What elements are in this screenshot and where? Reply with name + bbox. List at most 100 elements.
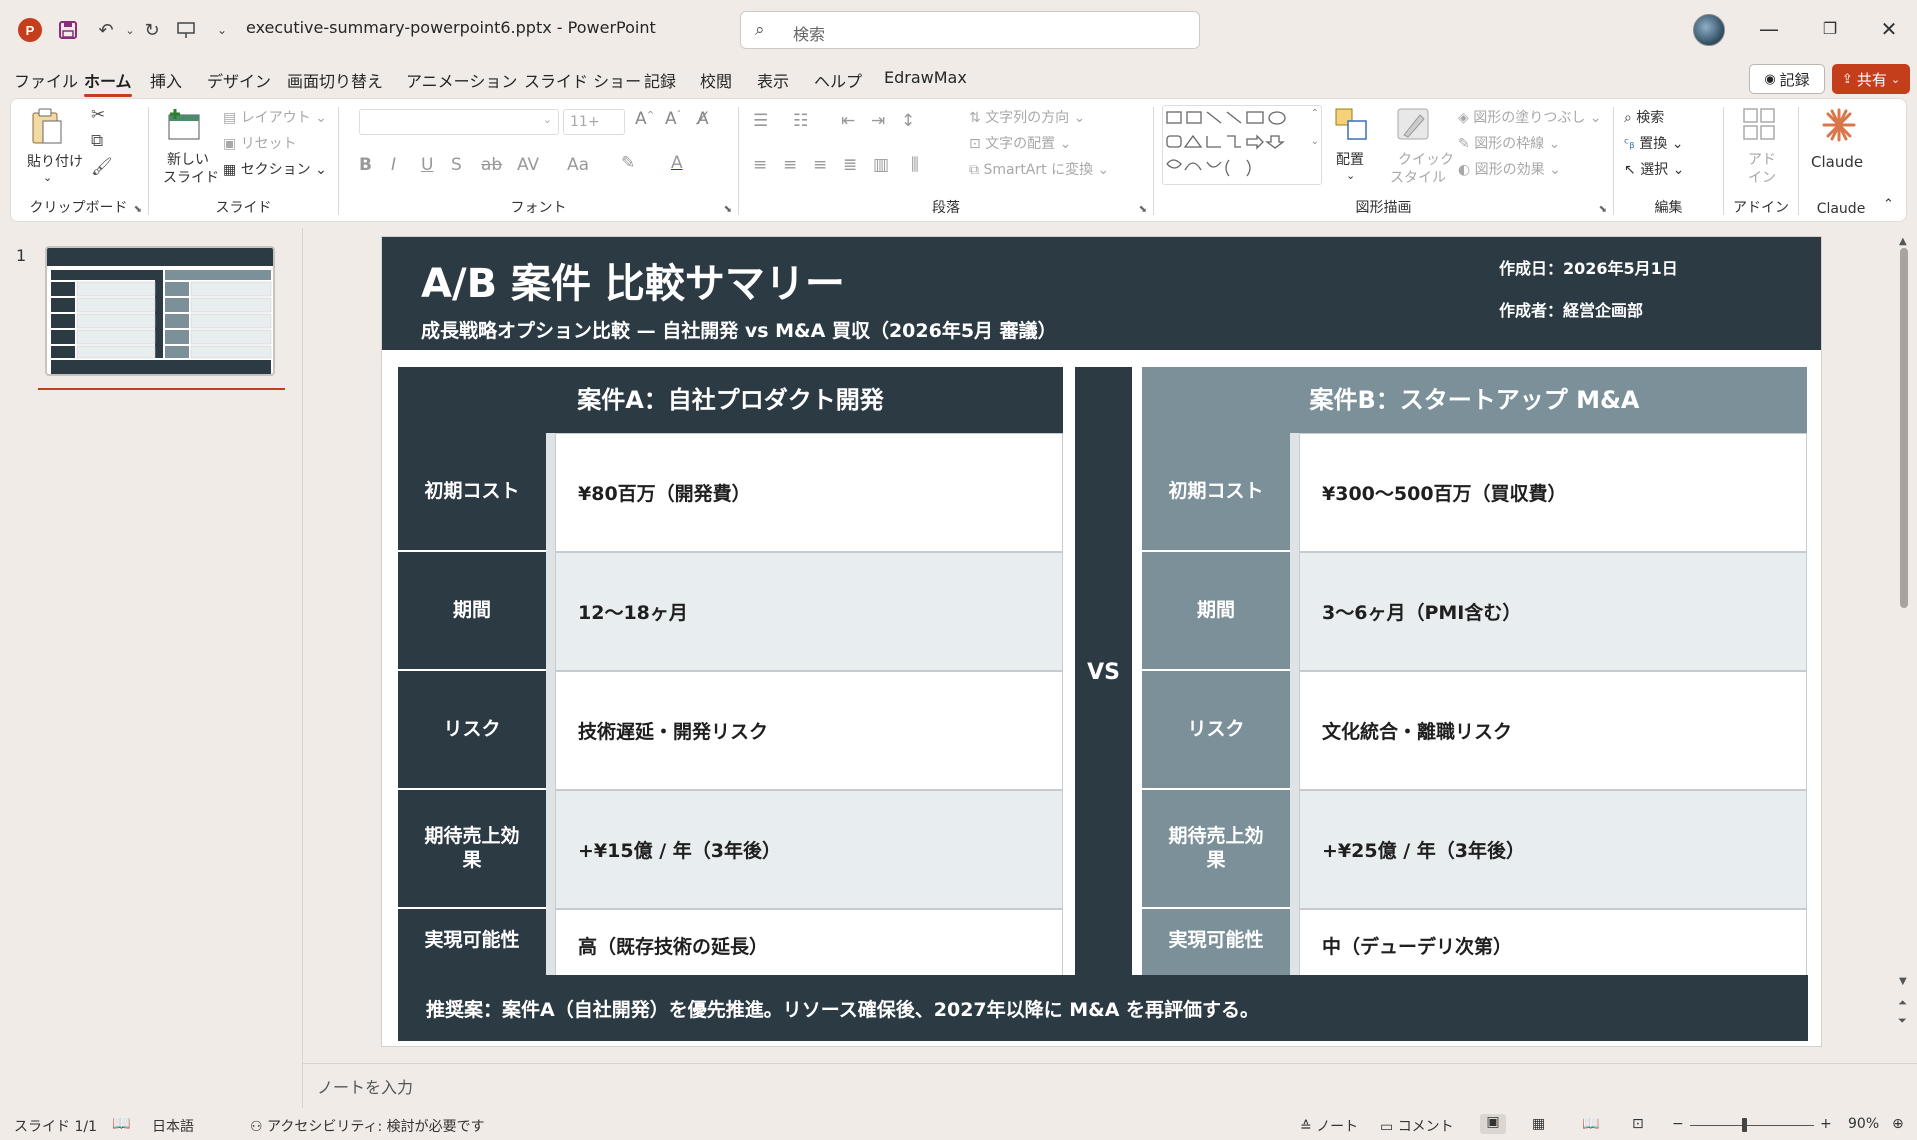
recommendation-banner[interactable]: 推奨案：案件A（自社開発）を優先推進。リソース確保後、2027年以降に M&A … [398,975,1808,1041]
previous-slide-icon[interactable]: ⏶ [1898,996,1907,1010]
underline-icon[interactable]: U [421,155,433,175]
distributed-icon[interactable]: ▥ [873,155,889,175]
row-value[interactable]: ¥300〜500百万（買収費） [1299,433,1807,552]
find-button[interactable]: ⌕ 検索 [1624,107,1664,127]
reading-view-icon[interactable]: 📖 [1582,1116,1599,1132]
bold-icon[interactable]: B [359,155,372,175]
tab-record[interactable]: 記録 [644,68,676,92]
vertical-scrollbar[interactable]: ▲ ▼ ⏶ ⏷ [1897,236,1911,1036]
increase-font-icon[interactable]: A^ [635,109,654,129]
arrange-label[interactable]: 配置 [1336,149,1364,169]
paste-dropdown-icon[interactable]: ⌄ [43,171,52,184]
language[interactable]: 日本語 [152,1116,194,1136]
claude-button-label[interactable]: Claude [1811,153,1863,171]
slide-thumbnail[interactable] [45,246,275,376]
row-value[interactable]: 高（既存技術の延長） [555,909,1063,977]
clear-formatting-icon[interactable]: A̸ [697,109,709,129]
new-slide-icon[interactable] [165,107,201,143]
decrease-indent-icon[interactable]: ⇤ [841,111,855,131]
tab-edrawmax[interactable]: EdrawMax [884,68,967,87]
author[interactable]: 作成者：経営企画部 [1499,297,1643,321]
pane-divider[interactable] [302,228,303,1108]
align-text-button[interactable]: ⊡ 文字の配置 ⌄ [969,133,1071,153]
numbering-icon[interactable]: ☷ [793,111,808,131]
scroll-down-icon[interactable]: ⌄ [1311,136,1319,147]
tab-view[interactable]: 表示 [757,68,789,92]
new-slide-label-1[interactable]: 新しい [167,149,209,169]
tab-animations[interactable]: アニメーション [406,68,517,92]
clipboard-launcher-icon[interactable]: ⬊ [134,204,142,215]
italic-icon[interactable]: I [391,155,396,175]
drawing-launcher-icon[interactable]: ⬊ [1599,204,1607,215]
share-button[interactable]: ⇪ 共有 ⌄ [1832,64,1910,94]
avatar[interactable] [1693,14,1725,46]
accessibility-button[interactable]: ⚇ アクセシビリティ: 検討が必要です [250,1116,485,1136]
replace-button[interactable]: ᶜᵦ 置換 ⌄ [1624,133,1683,153]
next-slide-icon[interactable]: ⏷ [1898,1014,1907,1028]
shape-effects-button[interactable]: ◐ 図形の効果 ⌄ [1458,159,1561,179]
tab-transitions[interactable]: 画面切り替え [287,68,383,92]
row-value[interactable]: ¥80百万（開発費） [555,433,1063,552]
undo-dropdown-icon[interactable]: ⌄ [118,18,142,42]
bullets-icon[interactable]: ☰ [753,111,768,131]
cut-icon[interactable]: ✂ [91,105,105,125]
close-icon[interactable]: ✕ [1874,14,1904,44]
row-value[interactable]: +¥25億 / 年（3年後） [1299,790,1807,909]
scroll-up-icon[interactable]: ⌃ [1311,108,1319,119]
created-date[interactable]: 作成日：2026年5月1日 [1499,255,1678,279]
row-value[interactable]: 3〜6ヶ月（PMI含む） [1299,552,1807,671]
copy-icon[interactable]: ⧉ [91,131,103,151]
columns-icon[interactable]: ⫼ [911,155,919,175]
slide-subtitle[interactable]: 成長戦略オプション比較 — 自社開発 vs M&A 買収（2026年5月 審議） [421,316,1057,343]
character-spacing-icon[interactable]: AV [517,155,539,175]
select-button[interactable]: ↖ 選択 ⌄ [1624,159,1684,179]
save-icon[interactable] [56,18,80,42]
present-icon[interactable] [174,18,198,42]
row-value[interactable]: +¥15億 / 年（3年後） [555,790,1063,909]
highlight-icon[interactable]: ✎ [621,153,635,173]
tab-design[interactable]: デザイン [207,68,271,92]
scroll-up-icon[interactable]: ▲ [1899,236,1907,247]
addins-label-2[interactable]: イン [1748,167,1776,187]
fit-to-window-icon[interactable]: ⊕ [1892,1116,1904,1132]
font-color-icon[interactable]: A [671,153,683,173]
section-button[interactable]: ▦ セクション ⌄ [223,159,327,179]
justify-icon[interactable]: ≣ [843,155,857,175]
scrollbar-thumb[interactable] [1900,248,1908,608]
font-name-select[interactable]: ⌄ [359,109,559,135]
smartart-button[interactable]: ⧉ SmartArt に変換 ⌄ [969,159,1109,179]
slideshow-view-icon[interactable]: ⊡ [1632,1116,1644,1132]
shadow-icon[interactable]: S [451,155,462,175]
quick-style-label-1[interactable]: クイック [1398,149,1454,169]
new-slide-label-2[interactable]: スライド [163,167,219,187]
decrease-font-icon[interactable]: Aˇ [665,109,681,129]
line-spacing-icon[interactable]: ↕ [901,111,915,131]
notes-pane[interactable]: ノートを入力 [303,1063,1917,1109]
slide-title[interactable]: A/B 案件 比較サマリー [421,251,845,309]
zoom-slider-thumb[interactable] [1742,1118,1747,1132]
column-b-heading[interactable]: 案件B：スタートアップ M&A [1142,367,1807,433]
paste-icon[interactable] [29,107,65,144]
quick-style-icon[interactable] [1396,107,1432,143]
tab-insert[interactable]: 挿入 [150,68,182,92]
increase-indent-icon[interactable]: ⇥ [871,111,885,131]
tab-help[interactable]: ヘルプ [814,68,862,92]
record-button[interactable]: ◉ 記録 [1749,64,1825,94]
row-value[interactable]: 中（デューデリ次第） [1299,909,1807,977]
change-case-icon[interactable]: Aa [567,155,589,175]
strikethrough-icon[interactable]: ab [481,155,502,175]
arrange-dropdown-icon[interactable]: ⌄ [1346,169,1355,182]
align-center-icon[interactable]: ≡ [783,155,797,175]
font-size-select[interactable]: 11+ [563,109,625,135]
align-left-icon[interactable]: ≡ [753,155,767,175]
shapes-gallery[interactable]: ⌃ ⌄ [1162,105,1322,185]
row-value[interactable]: 12〜18ヶ月 [555,552,1063,671]
slide-sorter-icon[interactable]: ▦ [1532,1116,1545,1132]
align-right-icon[interactable]: ≡ [813,155,827,175]
zoom-out-icon[interactable]: − [1672,1116,1684,1132]
reset-button[interactable]: ▣ リセット [223,133,297,153]
shape-outline-button[interactable]: ✎ 図形の枠線 ⌄ [1458,133,1560,153]
comments-toggle[interactable]: ▭ コメント [1380,1116,1454,1136]
redo-icon[interactable]: ↻ [140,18,164,42]
normal-view-icon[interactable]: ▣ [1480,1114,1506,1134]
